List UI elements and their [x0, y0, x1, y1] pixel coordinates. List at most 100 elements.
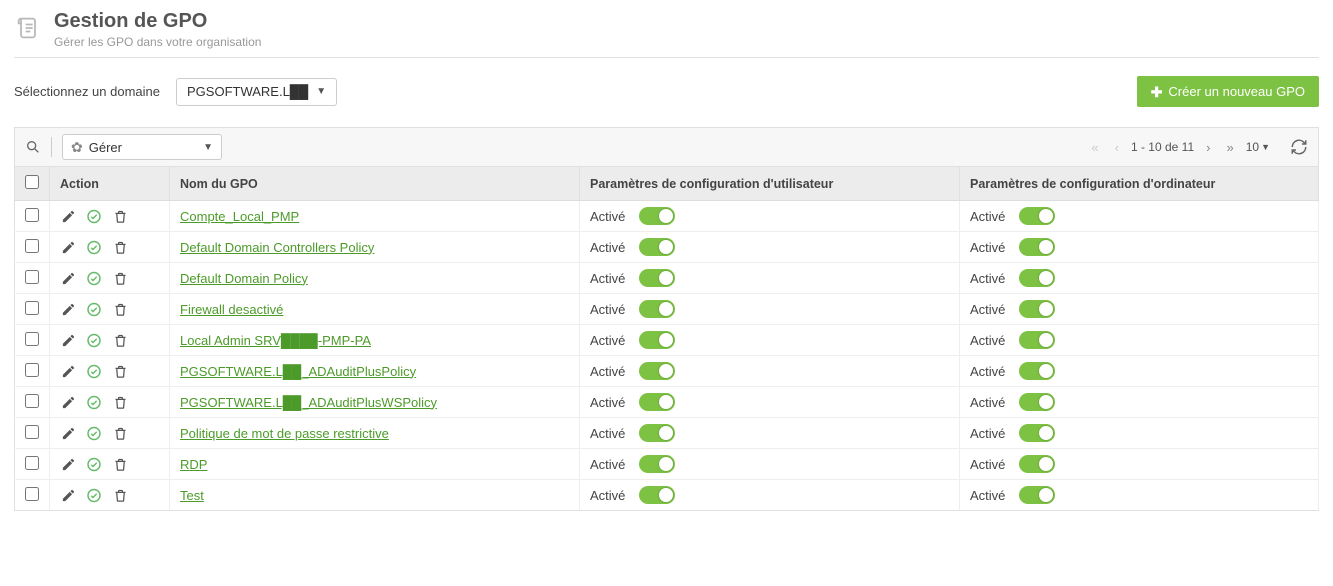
- user-config-status: Activé: [590, 302, 625, 317]
- user-config-status: Activé: [590, 488, 625, 503]
- table-row: PGSOFTWARE.L██_ADAuditPlusPolicyActivéAc…: [15, 356, 1319, 387]
- manage-dropdown[interactable]: ✿ Gérer ▼: [62, 134, 222, 160]
- edit-icon[interactable]: [60, 487, 76, 503]
- comp-config-toggle[interactable]: [1019, 331, 1055, 349]
- user-config-toggle[interactable]: [639, 331, 675, 349]
- gpo-name-link[interactable]: Test: [180, 488, 204, 503]
- gpo-name-link[interactable]: Firewall desactivé: [180, 302, 283, 317]
- search-icon[interactable]: [25, 139, 41, 155]
- status-ok-icon[interactable]: [86, 270, 102, 286]
- delete-icon[interactable]: [112, 394, 128, 410]
- status-ok-icon[interactable]: [86, 332, 102, 348]
- page-size-select[interactable]: 10 ▼: [1246, 140, 1270, 154]
- edit-icon[interactable]: [60, 239, 76, 255]
- delete-icon[interactable]: [112, 425, 128, 441]
- select-all-checkbox[interactable]: [25, 175, 39, 189]
- status-ok-icon[interactable]: [86, 239, 102, 255]
- delete-icon[interactable]: [112, 301, 128, 317]
- user-config-toggle[interactable]: [639, 393, 675, 411]
- user-config-status: Activé: [590, 271, 625, 286]
- page-size-value: 10: [1246, 140, 1259, 154]
- status-ok-icon[interactable]: [86, 487, 102, 503]
- gpo-name-link[interactable]: PGSOFTWARE.L██_ADAuditPlusWSPolicy: [180, 395, 437, 410]
- page-prev-icon[interactable]: ‹: [1111, 138, 1123, 157]
- user-config-toggle[interactable]: [639, 207, 675, 225]
- status-ok-icon[interactable]: [86, 425, 102, 441]
- comp-config-toggle[interactable]: [1019, 486, 1055, 504]
- domain-select[interactable]: PGSOFTWARE.L██ ▼: [176, 78, 337, 106]
- edit-icon[interactable]: [60, 363, 76, 379]
- comp-config-status: Activé: [970, 333, 1005, 348]
- delete-icon[interactable]: [112, 239, 128, 255]
- refresh-icon[interactable]: [1290, 138, 1308, 156]
- gpo-name-link[interactable]: Local Admin SRV████-PMP-PA: [180, 333, 371, 348]
- comp-config-toggle[interactable]: [1019, 424, 1055, 442]
- row-checkbox[interactable]: [25, 270, 39, 284]
- user-config-status: Activé: [590, 333, 625, 348]
- comp-config-toggle[interactable]: [1019, 300, 1055, 318]
- status-ok-icon[interactable]: [86, 394, 102, 410]
- row-checkbox[interactable]: [25, 456, 39, 470]
- status-ok-icon[interactable]: [86, 456, 102, 472]
- page-last-icon[interactable]: »: [1222, 138, 1237, 157]
- edit-icon[interactable]: [60, 394, 76, 410]
- row-checkbox[interactable]: [25, 208, 39, 222]
- comp-config-toggle[interactable]: [1019, 269, 1055, 287]
- gpo-name-link[interactable]: Politique de mot de passe restrictive: [180, 426, 389, 441]
- comp-config-toggle[interactable]: [1019, 238, 1055, 256]
- edit-icon[interactable]: [60, 301, 76, 317]
- comp-config-toggle[interactable]: [1019, 455, 1055, 473]
- table-header-row: Action Nom du GPO Paramètres de configur…: [15, 167, 1319, 201]
- user-config-toggle[interactable]: [639, 486, 675, 504]
- comp-config-status: Activé: [970, 271, 1005, 286]
- gpo-name-link[interactable]: RDP: [180, 457, 207, 472]
- user-config-toggle[interactable]: [639, 238, 675, 256]
- delete-icon[interactable]: [112, 208, 128, 224]
- edit-icon[interactable]: [60, 425, 76, 441]
- comp-config-toggle[interactable]: [1019, 207, 1055, 225]
- edit-icon[interactable]: [60, 270, 76, 286]
- status-ok-icon[interactable]: [86, 363, 102, 379]
- edit-icon[interactable]: [60, 208, 76, 224]
- row-checkbox[interactable]: [25, 301, 39, 315]
- user-config-status: Activé: [590, 395, 625, 410]
- delete-icon[interactable]: [112, 332, 128, 348]
- delete-icon[interactable]: [112, 487, 128, 503]
- manage-label: Gérer: [89, 140, 197, 155]
- user-config-toggle[interactable]: [639, 269, 675, 287]
- delete-icon[interactable]: [112, 270, 128, 286]
- delete-icon[interactable]: [112, 363, 128, 379]
- row-checkbox[interactable]: [25, 425, 39, 439]
- gpo-name-link[interactable]: PGSOFTWARE.L██_ADAuditPlusPolicy: [180, 364, 416, 379]
- col-user-config: Paramètres de configuration d'utilisateu…: [580, 167, 960, 201]
- gpo-name-link[interactable]: Default Domain Controllers Policy: [180, 240, 374, 255]
- edit-icon[interactable]: [60, 456, 76, 472]
- table-row: RDPActivéActivé: [15, 449, 1319, 480]
- user-config-toggle[interactable]: [639, 362, 675, 380]
- status-ok-icon[interactable]: [86, 301, 102, 317]
- page-first-icon[interactable]: «: [1087, 138, 1102, 157]
- row-checkbox[interactable]: [25, 394, 39, 408]
- row-checkbox[interactable]: [25, 332, 39, 346]
- row-checkbox[interactable]: [25, 239, 39, 253]
- user-config-toggle[interactable]: [639, 424, 675, 442]
- row-checkbox[interactable]: [25, 363, 39, 377]
- user-config-toggle[interactable]: [639, 300, 675, 318]
- gpo-name-link[interactable]: Compte_Local_PMP: [180, 209, 299, 224]
- page-next-icon[interactable]: ›: [1202, 138, 1214, 157]
- status-ok-icon[interactable]: [86, 208, 102, 224]
- table-row: PGSOFTWARE.L██_ADAuditPlusWSPolicy Activé…: [15, 387, 1319, 418]
- delete-icon[interactable]: [112, 456, 128, 472]
- edit-icon[interactable]: [60, 332, 76, 348]
- create-gpo-button[interactable]: ✚ Créer un nouveau GPO: [1137, 76, 1319, 107]
- domain-row: Sélectionnez un domaine PGSOFTWARE.L██ ▼…: [14, 76, 1319, 107]
- page-subtitle: Gérer les GPO dans votre organisation: [54, 35, 261, 49]
- comp-config-toggle[interactable]: [1019, 393, 1055, 411]
- comp-config-status: Activé: [970, 302, 1005, 317]
- comp-config-toggle[interactable]: [1019, 362, 1055, 380]
- gpo-name-link[interactable]: Default Domain Policy: [180, 271, 308, 286]
- plus-icon: ✚: [1151, 85, 1163, 99]
- user-config-status: Activé: [590, 426, 625, 441]
- row-checkbox[interactable]: [25, 487, 39, 501]
- user-config-toggle[interactable]: [639, 455, 675, 473]
